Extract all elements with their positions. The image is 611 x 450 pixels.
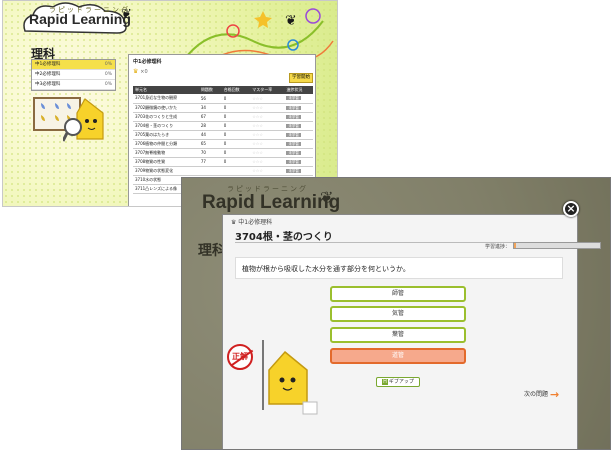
progress-cell: 未学習 xyxy=(284,130,313,140)
question-count: 44 xyxy=(198,130,222,140)
status-badge: 未学習 xyxy=(286,168,301,173)
question-text: 植物が根から吸収した水分を通す部分を何というか。 xyxy=(235,257,563,279)
table-row[interactable]: 3703花のつくりと生成 67 0 ☆☆☆ 未学習 xyxy=(133,112,313,122)
table-row[interactable]: 3701身近な生物の観察 56 0 ☆☆☆ 未学習 xyxy=(133,94,313,104)
unit-name: 3704根・茎のつくり xyxy=(133,121,199,131)
pass-count: 0 xyxy=(221,148,251,158)
next-question-link[interactable]: 次の問題 → xyxy=(524,388,559,401)
mastery-stars: ☆☆☆ xyxy=(250,112,285,122)
status-badge: 未学習 xyxy=(286,105,301,110)
mastery-stars: ☆☆☆ xyxy=(250,130,285,140)
give-up-button[interactable]: H ギブアップ xyxy=(376,377,420,387)
answer-option-3[interactable]: 葉管 xyxy=(330,327,466,343)
unit-name: 3709物質の状態変化 xyxy=(133,166,199,176)
question-count: 56 xyxy=(198,94,222,104)
pass-count: 0 xyxy=(221,112,251,122)
mastery-stars: ☆☆☆ xyxy=(250,166,285,176)
answer-option-2[interactable]: 気管 xyxy=(330,306,466,322)
unit-name: 3706植物の仲間と分類 xyxy=(133,139,199,149)
progress-label: 学習進捗： xyxy=(485,244,511,250)
status-badge: 未学習 xyxy=(286,123,301,128)
butterfly-icon: ❦ xyxy=(121,7,132,22)
mastery-stars: ☆☆☆ xyxy=(250,121,285,131)
progress-cell: 未学習 xyxy=(284,139,313,149)
answer-option-4[interactable]: 道管 xyxy=(330,348,466,364)
front-screenshot: ラピッドラーニング Rapid Learning ❦ 理科 ♛ 中1必修理科 3… xyxy=(181,177,611,450)
progress-fill xyxy=(514,243,516,248)
table-row[interactable]: 3707無脊椎動物 70 0 ☆☆☆ 未学習 xyxy=(133,148,313,158)
answer-option-1[interactable]: 師管 xyxy=(330,286,466,302)
quiz-modal: ♛ 中1必修理科 3704根・茎のつくり 学習進捗： 植物が根から吸収した水分を… xyxy=(222,214,601,449)
progress-cell: 未学習 xyxy=(284,94,313,104)
status-badge: 未学習 xyxy=(286,114,301,119)
mastery-stars: ☆☆☆ xyxy=(250,157,285,167)
subject-sidebar: 中1必修理科 0% 中2必修理科 0% 中3必修理科 0% xyxy=(31,59,116,91)
question-count: 65 xyxy=(198,139,222,149)
unit-name: 3708物質の性質 xyxy=(133,157,199,167)
table-row[interactable]: 3708物質の性質 77 0 ☆☆☆ 未学習 xyxy=(133,157,313,167)
question-count: 28 xyxy=(198,121,222,131)
pass-count xyxy=(221,166,251,176)
question-count: 34 xyxy=(198,103,222,113)
mascot-character xyxy=(63,98,104,142)
unit-name: 3702顕微鏡の使いかた xyxy=(133,103,199,113)
crown-count: ×0 xyxy=(140,69,148,75)
hint-badge: H xyxy=(382,379,388,385)
table-row[interactable]: 3709物質の状態変化 ☆☆☆ 未学習 xyxy=(133,166,313,176)
sidebar-item-grade2[interactable]: 中2必修理科 0% xyxy=(32,70,115,80)
close-button[interactable]: × xyxy=(563,201,579,217)
table-row[interactable]: 3704根・茎のつくり 28 0 ☆☆☆ 未学習 xyxy=(133,121,313,131)
unit-name: 3701身近な生物の観察 xyxy=(133,94,199,104)
status-badge: 未学習 xyxy=(286,96,301,101)
sidebar-item-grade1[interactable]: 中1必修理科 0% xyxy=(32,60,115,70)
start-study-button[interactable]: 学習開始 xyxy=(289,73,313,83)
mastery-stars: ☆☆☆ xyxy=(250,148,285,158)
arrow-right-icon: → xyxy=(549,388,560,401)
mastery-stars: ☆☆☆ xyxy=(250,103,285,113)
question-count: 67 xyxy=(198,112,222,122)
sidebar-item-grade3[interactable]: 中3必修理科 0% xyxy=(32,80,115,90)
back-screenshot: ラピッドラーニング Rapid Learning ❦ ❦ 理科 中1必修理科 0%… xyxy=(2,0,338,207)
crown-icon: ♛ ×0 xyxy=(133,68,148,75)
mastery-stars: ☆☆☆ xyxy=(250,139,285,149)
pass-count: 0 xyxy=(221,103,251,113)
panel-title: 中1必修理科 xyxy=(133,59,162,65)
logo[interactable]: Rapid Learning xyxy=(29,11,131,27)
page-title: 3704根・茎のつくり xyxy=(235,232,333,243)
progress-cell: 未学習 xyxy=(284,148,313,158)
question-count xyxy=(198,166,222,176)
status-badge: 未学習 xyxy=(286,150,301,155)
pass-count: 0 xyxy=(221,130,251,140)
table-row[interactable]: 3702顕微鏡の使いかた 34 0 ☆☆☆ 未学習 xyxy=(133,103,313,113)
progress-cell: 未学習 xyxy=(284,112,313,122)
unit-name: 3705葉のはたらき xyxy=(133,130,199,140)
pass-count: 0 xyxy=(221,121,251,131)
question-count: 77 xyxy=(198,157,222,167)
table-row[interactable]: 3706植物の仲間と分類 65 0 ☆☆☆ 未学習 xyxy=(133,139,313,149)
progress-bar xyxy=(513,242,601,249)
pass-count: 0 xyxy=(221,157,251,167)
unit-name: 3703花のつくりと生成 xyxy=(133,112,199,122)
status-badge: 未学習 xyxy=(286,132,301,137)
unit-name: 3707無脊椎動物 xyxy=(133,148,199,158)
table-header-row: 単元名 問題数 合格回数 マスター率 進捗状況 xyxy=(133,86,313,94)
question-count: 70 xyxy=(198,148,222,158)
progress-cell: 未学習 xyxy=(284,157,313,167)
close-icon: × xyxy=(566,202,576,215)
progress-cell: 未学習 xyxy=(284,121,313,131)
status-badge: 未学習 xyxy=(286,159,301,164)
correct-stamp: 正解 xyxy=(227,344,254,370)
progress-cell: 未学習 xyxy=(284,103,313,113)
table-row[interactable]: 3705葉のはたらき 44 0 ☆☆☆ 未学習 xyxy=(133,130,313,140)
mascot-character xyxy=(262,340,318,415)
status-badge: 未学習 xyxy=(286,141,301,146)
progress-cell: 未学習 xyxy=(284,166,313,176)
pass-count: 0 xyxy=(221,94,251,104)
breadcrumb: ♛ 中1必修理科 xyxy=(231,219,273,226)
mastery-stars: ☆☆☆ xyxy=(250,94,285,104)
pass-count: 0 xyxy=(221,139,251,149)
